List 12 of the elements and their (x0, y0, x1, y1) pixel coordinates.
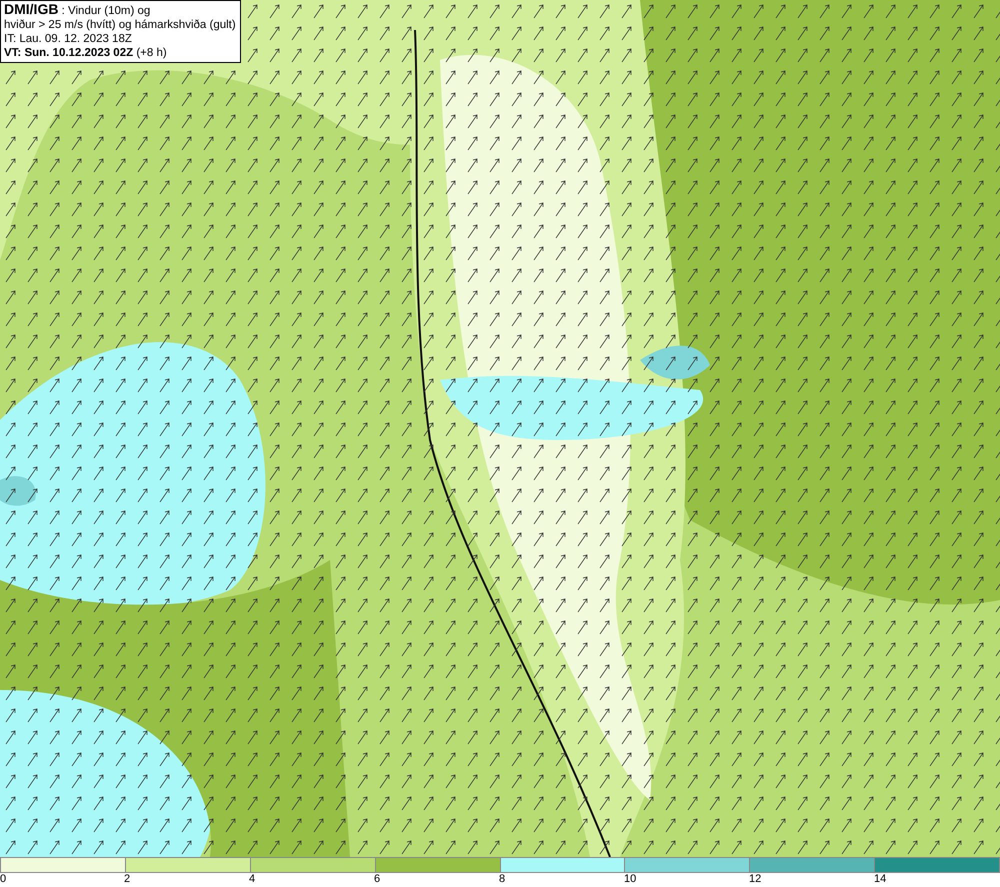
legend-tick-label: 6 (374, 873, 380, 886)
legend-tick-label: 10 (624, 873, 636, 886)
title-text: hviður > 25 m/s (hvítt) og hámarkshviða (gult) (4, 18, 236, 32)
legend-tick-label: 8 (499, 873, 506, 886)
title-text: IT: Lau. 09. 12. 2023 18Z (4, 32, 133, 46)
legend-tick-label: 2 (124, 873, 130, 886)
legend-tick-label: 4 (249, 873, 256, 886)
title-text: DMI/IGB : Vindur (10m) og (4, 2, 152, 18)
title-text: VT: Sun. 10.12.2023 02Z (+8 h) (4, 46, 168, 60)
legend-tick-label: 12 (749, 873, 762, 886)
legend-tick-label: 14 (874, 873, 886, 886)
legend-tick-label: 0 (0, 873, 6, 886)
